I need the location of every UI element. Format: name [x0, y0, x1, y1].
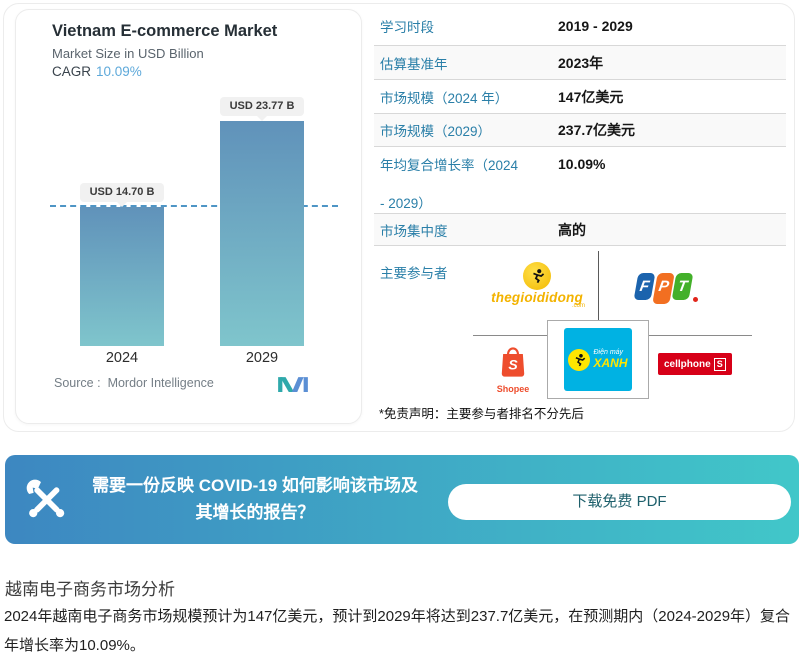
- row-label: 市场规模（2029）: [374, 120, 558, 140]
- row-value: 2023年: [558, 53, 786, 73]
- tools-icon: [25, 478, 68, 521]
- logo-shopee: S Shopee: [496, 346, 530, 394]
- bar-2029: [220, 121, 304, 346]
- chart-source: Source : Mordor Intelligence: [54, 376, 214, 390]
- table-row: 估算基准年 2023年: [374, 46, 786, 80]
- fpt-letter-f: F: [634, 273, 656, 300]
- market-chart-card: Vietnam E-commerce Market Market Size in…: [15, 9, 362, 424]
- cellphones-wordmark: cellphone: [664, 359, 711, 370]
- row-label: 市场规模（2024 年）: [374, 87, 558, 107]
- dienmayxanh-wordmark: Điện máy XANH: [593, 349, 627, 370]
- row-label: 学习时段: [374, 16, 558, 36]
- table-row: 市场规模（2024 年） 147亿美元: [374, 80, 786, 114]
- key-players-connector-line: [473, 335, 547, 336]
- table-row: 市场集中度 高的: [374, 214, 786, 246]
- analysis-paragraph: 2024年越南电子商务市场规模预计为147亿美元，预计到2029年将达到237.…: [4, 602, 803, 660]
- table-row: 学习时段 2019 - 2029: [374, 6, 786, 46]
- cagr-label: CAGR: [52, 64, 91, 79]
- thegioididong-runner-icon: [523, 262, 551, 290]
- bar-2024: [80, 207, 164, 346]
- chart-cagr: CAGR 10.09%: [52, 64, 142, 79]
- logo-cellphones: cellphone S: [658, 353, 732, 375]
- row-label: 市场集中度: [374, 220, 558, 240]
- table-row: 市场规模（2029） 237.7亿美元: [374, 114, 786, 147]
- dienmayxanh-runner-icon: [568, 349, 590, 371]
- row-value: 高的: [558, 220, 786, 240]
- row-value: 10.09%: [558, 156, 786, 172]
- row-value: 2019 - 2029: [558, 18, 786, 34]
- dienmayxanh-line1: Điện máy: [593, 349, 627, 356]
- report-summary-panel: Vietnam E-commerce Market Market Size in…: [3, 3, 795, 432]
- covid-report-banner: 需要一份反映 COVID-19 如何影响该市场及其增长的报告？ 下载免费 PDF: [5, 455, 799, 544]
- logo-dienmayxanh: Điện máy XANH: [564, 328, 632, 391]
- fpt-letter-p: P: [652, 273, 674, 304]
- key-players-label: 主要参与者: [380, 262, 448, 282]
- fpt-letter-t: T: [672, 273, 694, 300]
- banner-question-text: 需要一份反映 COVID-19 如何影响该市场及其增长的报告？: [85, 472, 425, 526]
- key-players-connector-line: [649, 335, 752, 336]
- shopee-bag-icon: S: [498, 346, 528, 378]
- download-free-pdf-button[interactable]: 下载免费 PDF: [448, 484, 791, 520]
- dienmayxanh-line2: XANH: [593, 356, 627, 370]
- x-axis-label-2024: 2024: [80, 350, 164, 366]
- fpt-registered-dot: [693, 297, 698, 302]
- analysis-heading: 越南电子商务市场分析: [5, 575, 175, 600]
- key-players-disclaimer: *免责声明：主要参与者排名不分先后: [379, 403, 584, 422]
- bar-2029-value-tooltip: USD 23.77 B: [220, 97, 304, 116]
- source-value: Mordor Intelligence: [108, 376, 214, 390]
- row-value: 147亿美元: [558, 87, 786, 107]
- cagr-value: 10.09%: [96, 64, 142, 79]
- svg-text:S: S: [508, 356, 518, 372]
- mordor-intelligence-logo-icon: [278, 375, 308, 392]
- row-label: 估算基准年: [374, 53, 558, 73]
- page: Vietnam E-commerce Market Market Size in…: [0, 0, 807, 670]
- logo-thegioididong: thegioididong .com: [475, 262, 599, 309]
- table-row: 年均复合增长率（2024 - 2029） 10.09%: [374, 147, 786, 214]
- source-label: Source :: [54, 376, 101, 390]
- bar-2024-value-tooltip: USD 14.70 B: [80, 183, 164, 202]
- x-axis-label-2029: 2029: [220, 350, 304, 366]
- logo-fpt: F P T: [636, 273, 698, 304]
- cellphones-s-box: S: [714, 358, 726, 371]
- chart-subtitle: Market Size in USD Billion: [52, 46, 204, 61]
- report-facts-table: 学习时段 2019 - 2029 估算基准年 2023年 市场规模（2024 年…: [374, 6, 786, 246]
- shopee-wordmark: Shopee: [496, 384, 530, 394]
- chart-title: Vietnam E-commerce Market: [52, 22, 277, 41]
- row-label: 年均复合增长率（2024 - 2029）: [374, 147, 558, 223]
- row-value: 237.7亿美元: [558, 120, 786, 140]
